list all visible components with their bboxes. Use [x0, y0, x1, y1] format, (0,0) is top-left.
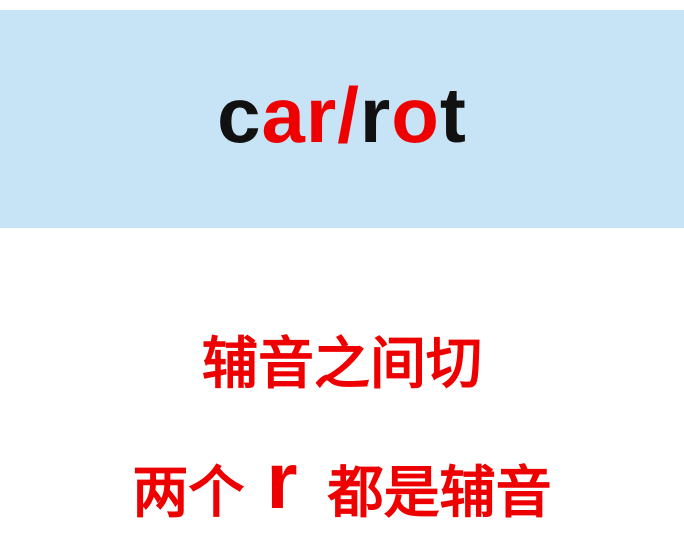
caption-line-1: 辅音之间切	[202, 332, 482, 397]
word-part-r: r	[359, 71, 392, 159]
caption-line-2: 两个 r 都是辅音	[0, 441, 684, 534]
caption-line-2-prefix: 两个	[132, 461, 245, 526]
word-part-t: t	[439, 71, 467, 159]
word-part-o: o	[391, 71, 440, 159]
slide: car/rot 辅音之间切 两个 r 都是辅音	[0, 0, 684, 550]
syllable-split-word: car/rot	[217, 76, 467, 154]
word-part-c: c	[217, 71, 262, 159]
caption-letter-r: r	[266, 436, 298, 525]
caption-line-2-suffix: 都是辅音	[327, 461, 552, 526]
word-banner: car/rot	[0, 10, 684, 228]
word-part-ar: ar	[261, 71, 338, 159]
syllable-divider: /	[337, 71, 360, 159]
